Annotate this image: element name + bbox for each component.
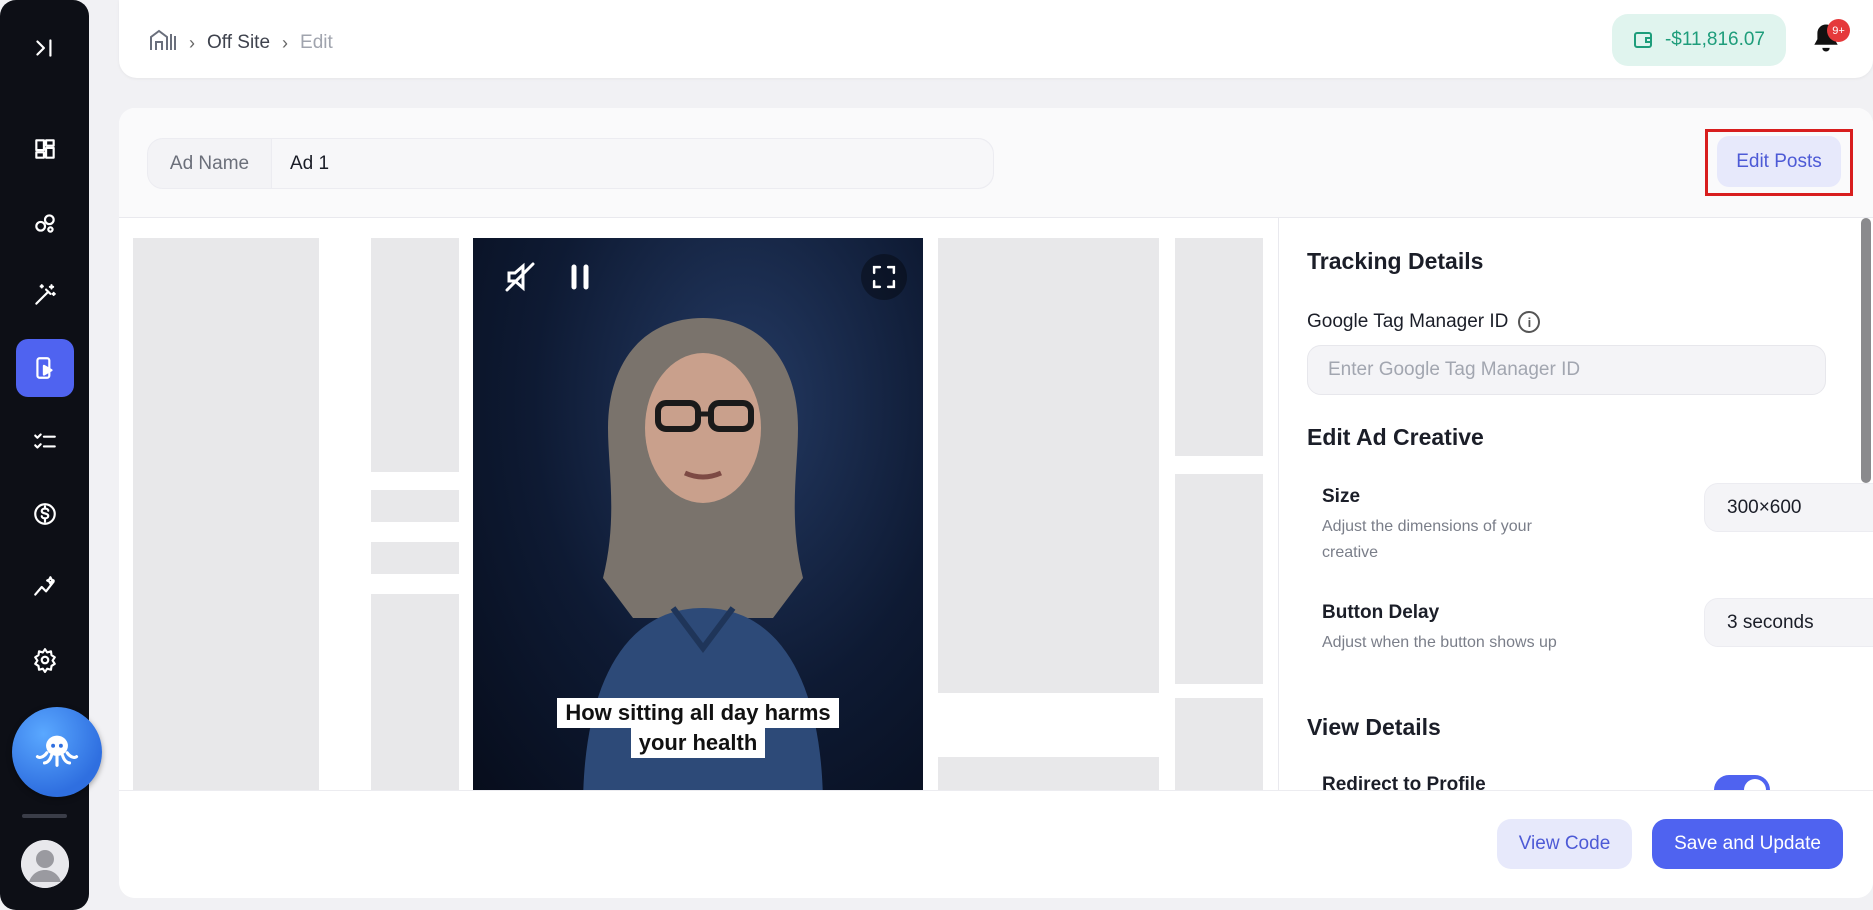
fullscreen-icon[interactable] — [861, 254, 907, 300]
notification-badge: 9+ — [1827, 19, 1850, 42]
top-header: › Off Site › Edit -$11,816.07 9+ — [119, 0, 1873, 78]
mute-icon[interactable] — [497, 254, 543, 300]
save-and-update-button[interactable]: Save and Update — [1652, 819, 1843, 869]
settings-icon[interactable] — [22, 637, 68, 683]
size-description: Adjust the dimensions of your creative — [1322, 518, 1532, 561]
settings-panel: Tracking Details Google Tag Manager ID i… — [1278, 218, 1873, 790]
circles-icon[interactable] — [22, 200, 68, 246]
button-delay-title: Button Delay — [1322, 602, 1440, 623]
breadcrumb: › Off Site › Edit — [149, 28, 333, 58]
scrollbar-thumb[interactable] — [1861, 218, 1871, 483]
sidebar — [0, 0, 102, 910]
wallet-icon — [1633, 32, 1652, 48]
placeholder-block — [371, 490, 459, 522]
size-title: Size — [1322, 486, 1361, 507]
ad-editor-header: Ad Name Edit Posts — [119, 108, 1873, 218]
chevron-right-icon: › — [189, 32, 195, 53]
gtm-label-text: Google Tag Manager ID — [1307, 311, 1509, 332]
placeholder-block — [1175, 238, 1263, 456]
placeholder-block — [1175, 698, 1263, 790]
placeholder-block — [371, 238, 459, 472]
placeholder-block — [371, 594, 459, 790]
chevron-right-icon: › — [282, 32, 289, 53]
size-select[interactable]: 300×600 — [1704, 483, 1873, 532]
caption-line-1: How sitting all day harms — [557, 698, 839, 728]
view-code-button[interactable]: View Code — [1497, 819, 1632, 869]
placeholder-block — [1175, 474, 1263, 684]
analytics-icon[interactable] — [22, 564, 68, 610]
octopus-logo-icon[interactable] — [12, 707, 102, 797]
pause-icon[interactable] — [557, 254, 603, 300]
ad-editor-footer: View Code Save and Update — [119, 790, 1873, 898]
breadcrumb-edit: Edit — [300, 32, 333, 53]
placeholder-block — [371, 542, 459, 574]
notifications-button[interactable]: 9+ — [1811, 19, 1850, 56]
dollar-icon[interactable] — [22, 491, 68, 537]
redirect-to-profile-label: Redirect to Profile — [1322, 774, 1486, 790]
placeholder-block — [938, 757, 1159, 790]
info-icon[interactable]: i — [1518, 311, 1541, 333]
view-details-title: View Details — [1307, 714, 1441, 740]
placeholder-block — [133, 238, 319, 790]
collapse-sidebar-icon[interactable] — [22, 25, 68, 71]
dashboard-icon[interactable] — [22, 126, 68, 172]
magic-wand-icon[interactable] — [22, 272, 68, 318]
button-delay-value: 3 seconds — [1727, 611, 1814, 633]
ad-name-field: Ad Name — [147, 138, 994, 189]
caption-line-2: your health — [630, 728, 766, 758]
redirect-to-profile-toggle[interactable] — [1714, 775, 1770, 790]
video-player[interactable]: How sitting all day harms your health — [473, 238, 923, 790]
size-select-value: 300×600 — [1727, 496, 1802, 518]
ad-preview: How sitting all day harms your health — [119, 218, 1278, 790]
gtm-label: Google Tag Manager ID i — [1307, 311, 1541, 333]
breadcrumb-off-site[interactable]: Off Site — [207, 32, 270, 54]
video-ad-icon[interactable] — [16, 339, 74, 397]
wallet-balance[interactable]: -$11,816.07 — [1611, 14, 1786, 66]
balance-amount: -$11,816.07 — [1664, 29, 1765, 50]
checklist-icon[interactable] — [22, 418, 68, 464]
video-caption: How sitting all day harms your health — [473, 698, 923, 758]
panel-scrollbar[interactable] — [1857, 218, 1873, 790]
ad-name-label: Ad Name — [148, 139, 272, 188]
button-delay-description: Adjust when the button shows up — [1322, 634, 1557, 651]
user-avatar-icon[interactable] — [21, 840, 69, 888]
ad-editor-card: Ad Name Edit Posts — [119, 108, 1873, 898]
placeholder-block — [938, 238, 1159, 693]
edit-posts-button[interactable]: Edit Posts — [1717, 136, 1841, 187]
ad-name-input[interactable] — [272, 139, 993, 188]
gtm-id-input[interactable] — [1307, 345, 1826, 395]
tracking-details-title: Tracking Details — [1307, 248, 1484, 274]
edit-ad-creative-title: Edit Ad Creative — [1307, 424, 1484, 450]
sidebar-divider — [22, 814, 67, 818]
home-icon[interactable] — [149, 28, 177, 58]
button-delay-select[interactable]: 3 seconds — [1704, 598, 1873, 647]
